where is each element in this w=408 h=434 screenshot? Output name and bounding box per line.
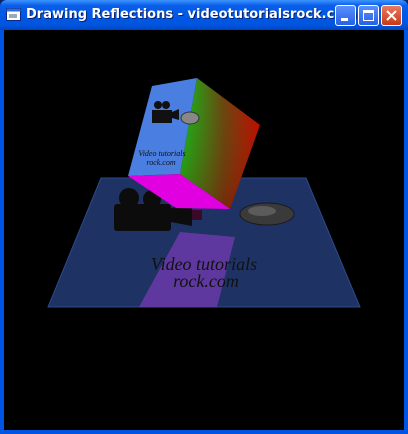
- cube-rock-icon: [180, 111, 200, 125]
- minimize-icon: [341, 18, 348, 21]
- scene-canvas: Video tutorials rock.com Video tutorials…: [47, 78, 361, 308]
- window-title: Drawing Reflections - videotutorialsrock…: [26, 7, 357, 22]
- minimize-button[interactable]: [335, 5, 356, 26]
- cube-text-line1: Video tutorials: [138, 149, 185, 158]
- maximize-icon: [363, 10, 374, 21]
- close-icon: [386, 10, 397, 21]
- render-viewport[interactable]: Video tutorials rock.com Video tutorials…: [4, 30, 404, 430]
- window-border-bottom: [0, 430, 408, 434]
- maximize-button[interactable]: [358, 5, 379, 26]
- window-border-right: [404, 30, 408, 434]
- floor-text-line2: rock.com: [173, 271, 239, 291]
- title-bar[interactable]: Drawing Reflections - videotutorialsrock…: [0, 0, 408, 30]
- cube-text-line2: rock.com: [146, 158, 175, 167]
- close-button[interactable]: [381, 5, 402, 26]
- app-window: Drawing Reflections - videotutorialsrock…: [0, 0, 408, 434]
- app-window-icon[interactable]: [6, 8, 21, 21]
